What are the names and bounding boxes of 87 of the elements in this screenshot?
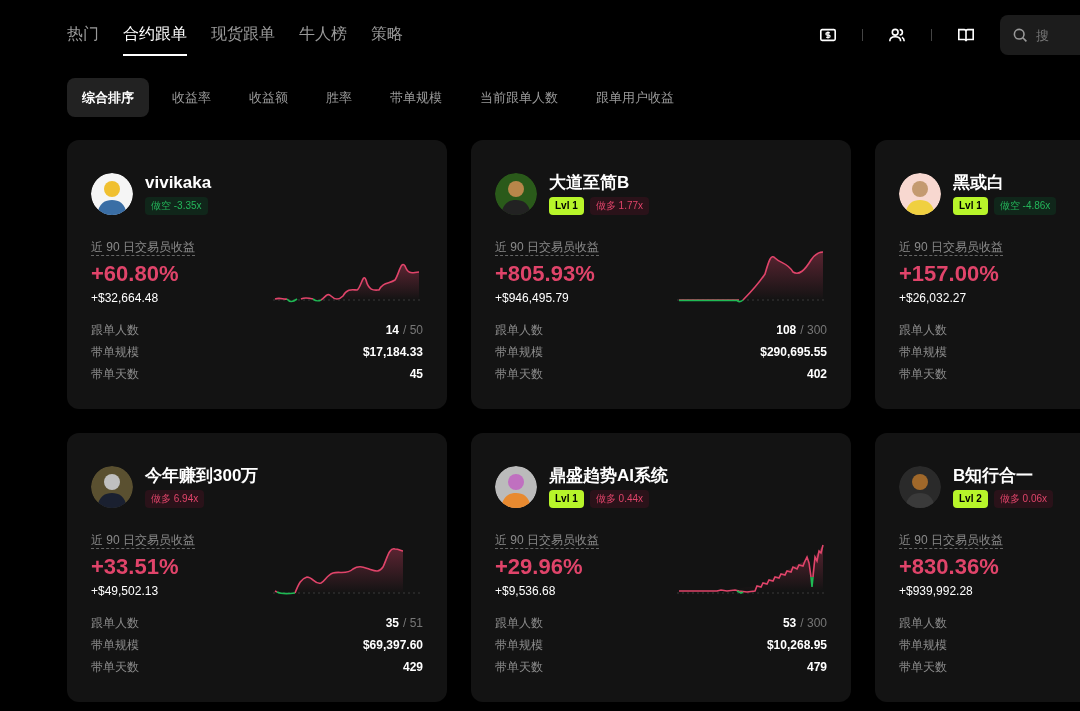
metric-label: 近 90 日交易员收益: [495, 239, 599, 257]
nav-tab[interactable]: 合约跟单: [123, 14, 187, 56]
users-icon[interactable]: [888, 26, 906, 44]
metric-label: 近 90 日交易员收益: [899, 239, 1003, 257]
stat-label: 带单天数: [495, 365, 543, 382]
sort-tab[interactable]: 当前跟单人数: [465, 78, 573, 117]
position-badge: 做多 1.77x: [589, 197, 650, 216]
stat-label: 带单天数: [899, 658, 947, 675]
stat-value: 53 / 300: [782, 614, 827, 631]
stat-label: 跟单人数: [899, 321, 947, 338]
trader-card[interactable]: 大道至简B Lvl 1 做多 1.77x 近 90 日交易员收益 +805.93% +$946,495.79 跟单人数 108 / 300 带单规模 $290,695.55 带单天数 402: [471, 140, 851, 409]
search-field[interactable]: 搜: [1000, 15, 1080, 55]
stat-label: 带单天数: [899, 365, 947, 382]
level-badge: Lvl 2: [953, 490, 988, 509]
roi-value: +29.96%: [495, 553, 584, 581]
trader-name: 今年赚到300万: [145, 465, 259, 487]
stat-label: 跟单人数: [91, 614, 139, 631]
pnl-value: +$939,992.28: [899, 582, 974, 599]
sort-tab[interactable]: 带单规模: [375, 78, 457, 117]
nav-tab[interactable]: 策略: [371, 14, 403, 56]
metric-label: 近 90 日交易员收益: [899, 532, 1003, 550]
trader-card[interactable]: 黑或白 Lvl 1 做空 -4.86x 近 90 日交易员收益 +157.00% +$26,032.27 跟单人数 带单规模 带单天数: [875, 140, 1080, 409]
stat-value: $69,397.60: [362, 636, 423, 653]
book-icon[interactable]: [957, 26, 975, 44]
pnl-value: +$32,664.48: [91, 289, 160, 306]
position-badge: 做多 0.06x: [993, 490, 1054, 509]
nav-tab[interactable]: 现货跟单: [211, 14, 275, 56]
stat-label: 带单天数: [495, 658, 543, 675]
trader-card[interactable]: B知行合一 Lvl 2 做多 0.06x 近 90 日交易员收益 +830.36% +$939,992.28 跟单人数 带单规模 带单天数: [875, 433, 1080, 702]
trader-name: vivikaka: [145, 172, 212, 194]
stat-label: 跟单人数: [495, 614, 543, 631]
metric-label: 近 90 日交易员收益: [91, 532, 195, 550]
trader-name: B知行合一: [953, 465, 1035, 487]
trader-name: 黑或白: [953, 172, 1005, 194]
stat-label: 带单天数: [91, 658, 139, 675]
nav-tab[interactable]: 牛人榜: [299, 14, 347, 56]
stat-value: $10,268.95: [766, 636, 827, 653]
position-badge: 做空 -3.35x: [145, 197, 208, 216]
trader-name: 大道至简B: [549, 172, 631, 194]
level-badge: Lvl 1: [549, 197, 584, 216]
sort-tab[interactable]: 收益率: [157, 78, 226, 117]
pnl-value: +$26,032.27: [899, 289, 968, 306]
stat-value: 429: [402, 658, 423, 675]
stat-label: 带单规模: [495, 636, 543, 653]
stat-value: 35 / 51: [385, 614, 423, 631]
trader-card[interactable]: vivikaka 做空 -3.35x 近 90 日交易员收益 +60.80% +$32,664.48 跟单人数 14 / 50 带单规模 $17,184.33 带单天数 45: [67, 140, 447, 409]
metric-label: 近 90 日交易员收益: [91, 239, 195, 257]
position-badge: 做多 0.44x: [589, 490, 650, 509]
search-icon: [1012, 27, 1028, 43]
stat-label: 带单规模: [91, 636, 139, 653]
pnl-value: +$946,495.79: [495, 289, 570, 306]
stat-value: 14 / 50: [385, 321, 423, 338]
roi-value: +830.36%: [899, 553, 1000, 581]
stat-label: 带单规模: [899, 636, 947, 653]
position-badge: 做多 6.94x: [145, 490, 205, 509]
stat-value: $17,184.33: [362, 343, 423, 360]
roi-value: +157.00%: [899, 260, 1000, 288]
stat-label: 跟单人数: [899, 614, 947, 631]
trader-name: 鼎盛趋势AI系统: [549, 465, 668, 487]
position-badge: 做空 -4.86x: [993, 197, 1057, 216]
sort-tab[interactable]: 综合排序: [67, 78, 149, 117]
stat-value: $290,695.55: [760, 343, 827, 360]
stat-value: 479: [806, 658, 827, 675]
roi-value: +60.80%: [91, 260, 180, 288]
stat-label: 带单天数: [91, 365, 139, 382]
metric-label: 近 90 日交易员收益: [495, 532, 599, 550]
stat-label: 带单规模: [495, 343, 543, 360]
stat-value: 108 / 300: [776, 321, 827, 338]
sort-tab[interactable]: 胜率: [311, 78, 367, 117]
stat-label: 带单规模: [91, 343, 139, 360]
nav-tab[interactable]: 热门: [67, 14, 99, 56]
sort-tab[interactable]: 收益额: [234, 78, 303, 117]
stat-label: 跟单人数: [91, 321, 139, 338]
trader-card[interactable]: 鼎盛趋势AI系统 Lvl 1 做多 0.44x 近 90 日交易员收益 +29.96% +$9,536.68 跟单人数 53 / 300 带单规模 $10,268.95 带单天数 479: [471, 433, 851, 702]
trader-card[interactable]: 今年赚到300万 做多 6.94x 近 90 日交易员收益 +33.51% +$49,502.13 跟单人数 35 / 51 带单规模 $69,397.60 带单天数 429: [67, 433, 447, 702]
stat-value: 402: [806, 365, 827, 382]
stat-label: 跟单人数: [495, 321, 543, 338]
level-badge: Lvl 1: [549, 490, 584, 509]
level-badge: Lvl 1: [953, 197, 988, 216]
roi-value: +33.51%: [91, 553, 180, 581]
dollar-card-icon[interactable]: [819, 26, 837, 44]
stat-value: 45: [409, 365, 423, 382]
sort-tab[interactable]: 跟单用户收益: [581, 78, 689, 117]
pnl-value: +$49,502.13: [91, 582, 160, 599]
roi-value: +805.93%: [495, 260, 596, 288]
pnl-value: +$9,536.68: [495, 582, 557, 599]
stat-label: 带单规模: [899, 343, 947, 360]
